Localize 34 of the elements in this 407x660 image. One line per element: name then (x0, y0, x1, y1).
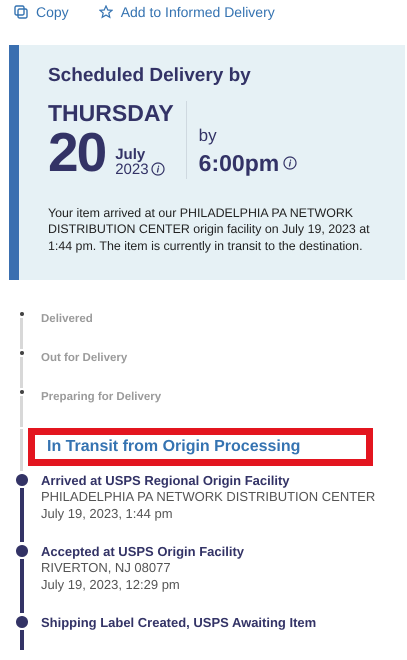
delivery-time: 6:00pm (198, 150, 280, 177)
timeline-dot (16, 545, 28, 558)
event-datetime: July 19, 2023, 12:29 pm (41, 576, 181, 594)
action-link[interactable]: Copy (14, 2, 69, 22)
status-message: Your item arrived at our PHILADELPHIA PA NETWORK DISTRIBUTION CENTER origin facility on July 19, 2023 at 1:44 pm. The item is currently in transit to the destination. (48, 204, 371, 254)
action-link[interactable]: Add to Informed Delivery (98, 2, 275, 22)
upcoming-status: Preparing for Delivery (41, 390, 162, 406)
event-location: RIVERTON, NJ 08077 (41, 559, 172, 576)
current-status: In Transit from Origin Processing (47, 438, 300, 456)
event-title: Accepted at USPS Origin Facility (41, 544, 244, 560)
timeline-dot (16, 616, 28, 628)
year: 2023 (115, 162, 149, 177)
event-datetime: July 19, 2023, 1:44 pm (41, 505, 174, 522)
event-title: Shipping Label Created, USPS Awaiting Item (41, 615, 316, 630)
timeline-dot (16, 474, 28, 486)
info-icon[interactable] (150, 162, 165, 176)
timeline-dot (20, 390, 24, 394)
month: July (115, 146, 146, 162)
star-icon (98, 5, 113, 19)
card-title: Scheduled Delivery by (48, 65, 252, 87)
timeline-dot (20, 312, 24, 316)
info-icon[interactable] (283, 156, 298, 170)
by-label: by (198, 126, 218, 146)
timeline-rail (20, 630, 24, 650)
timeline-rail (20, 559, 24, 614)
timeline-rail (20, 488, 24, 542)
weekday: THURSDAY (48, 101, 174, 126)
event-title: Arrived at USPS Regional Origin Facility (41, 473, 291, 488)
event-location: PHILADELPHIA PA NETWORK DISTRIBUTION CENTER (41, 488, 376, 506)
copy-icon (14, 5, 28, 19)
upcoming-status: Out for Delivery (41, 351, 128, 366)
day-number: 20 (48, 126, 106, 179)
upcoming-status: Delivered (41, 312, 93, 328)
timeline-dot (20, 351, 24, 356)
